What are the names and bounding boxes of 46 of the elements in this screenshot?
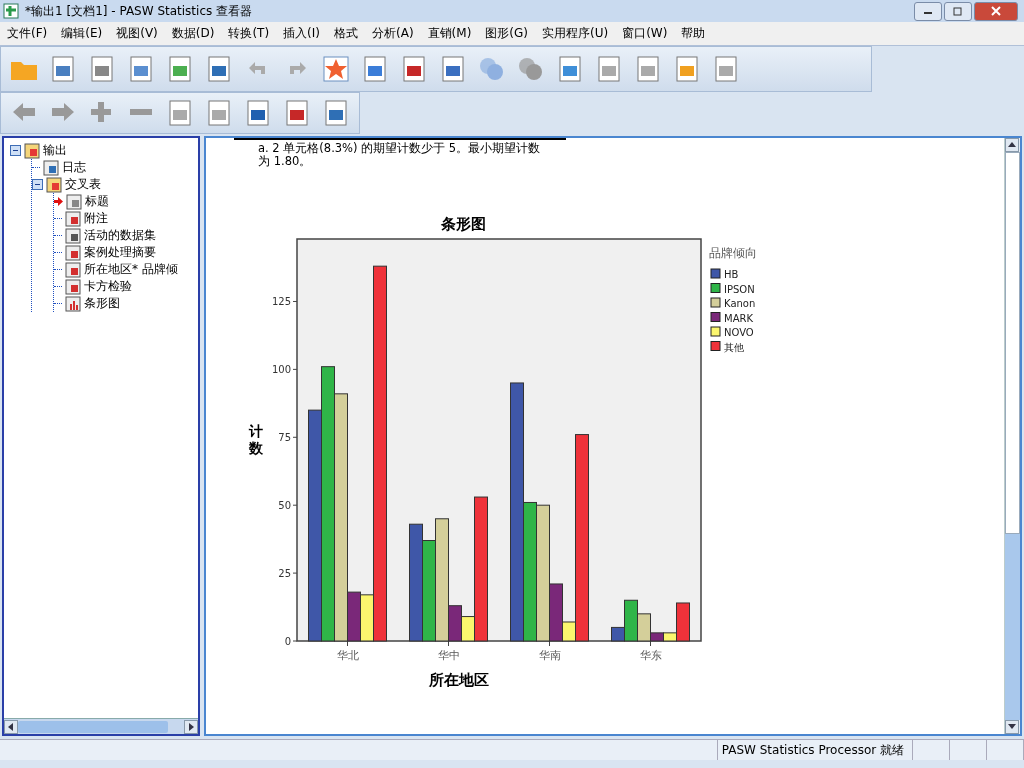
legend-label: IPSON [724, 283, 755, 295]
y-tick-label: 75 [278, 432, 291, 444]
y-tick-label: 125 [271, 296, 291, 308]
menu-item[interactable]: 帮助 [674, 25, 713, 42]
legend-label: HB [724, 269, 739, 280]
tree-item[interactable]: 交叉表 [65, 176, 101, 193]
y-tick-label: 100 [271, 364, 291, 376]
tree-item[interactable]: 条形图 [84, 295, 120, 312]
legend-label: NOVO [724, 327, 754, 338]
menu-item[interactable]: 图形(G) [478, 25, 535, 42]
tree-item[interactable]: 卡方检验 [84, 278, 132, 295]
menu-item[interactable]: 窗口(W) [615, 25, 675, 42]
menu-item[interactable]: 实用程序(U) [535, 25, 616, 42]
footnote: a. 2 单元格(8.3%) 的期望计数少于 5。最小期望计数为 1.80。 [257, 142, 542, 168]
y-tick-label: 25 [278, 568, 291, 580]
chart-title: 条形图 [440, 215, 486, 233]
menu-item[interactable]: 直销(M) [420, 25, 479, 42]
tree-item[interactable]: 案例处理摘要 [84, 244, 156, 261]
y-axis-title: 计数 [249, 423, 263, 456]
tree-item[interactable]: 输出 [43, 142, 67, 159]
legend-label: 其他 [724, 341, 744, 353]
tree-item[interactable]: 日志 [62, 159, 86, 176]
menu-item[interactable]: 视图(V) [109, 25, 165, 42]
menu-item[interactable]: 文件(F) [0, 25, 55, 42]
tree-item[interactable]: 活动的数据集 [84, 227, 156, 244]
tree-item[interactable]: 标题 [85, 193, 109, 210]
status-text: PASW Statistics Processor 就绪 [717, 740, 913, 760]
menu-item[interactable]: 数据(D) [164, 25, 222, 42]
menu-item[interactable]: 分析(A) [365, 25, 421, 42]
window-title: *输出1 [文档1] - PASW Statistics 查看器 [25, 2, 253, 20]
menu-item[interactable]: 插入(I) [276, 25, 327, 42]
y-tick-label: 0 [284, 636, 291, 647]
menu-item[interactable]: 转换(T) [221, 25, 277, 42]
menu-item[interactable]: 编辑(E) [54, 25, 110, 42]
legend-label: MARK [724, 312, 753, 324]
x-tick-label: 华南 [538, 649, 561, 662]
x-axis-title: 所在地区 [429, 671, 489, 689]
x-tick-label: 华北 [336, 649, 359, 662]
x-tick-label: 华中 [437, 649, 460, 662]
menu-item[interactable]: 格式 [327, 25, 365, 42]
x-tick-label: 华东 [639, 649, 662, 662]
legend-label: Kanon [724, 298, 756, 309]
tree-item[interactable]: 所在地区* 品牌倾 [84, 261, 178, 278]
tree-item[interactable]: 附注 [84, 210, 108, 227]
y-tick-label: 50 [278, 500, 291, 512]
legend-title: 品牌倾向 [709, 246, 757, 260]
